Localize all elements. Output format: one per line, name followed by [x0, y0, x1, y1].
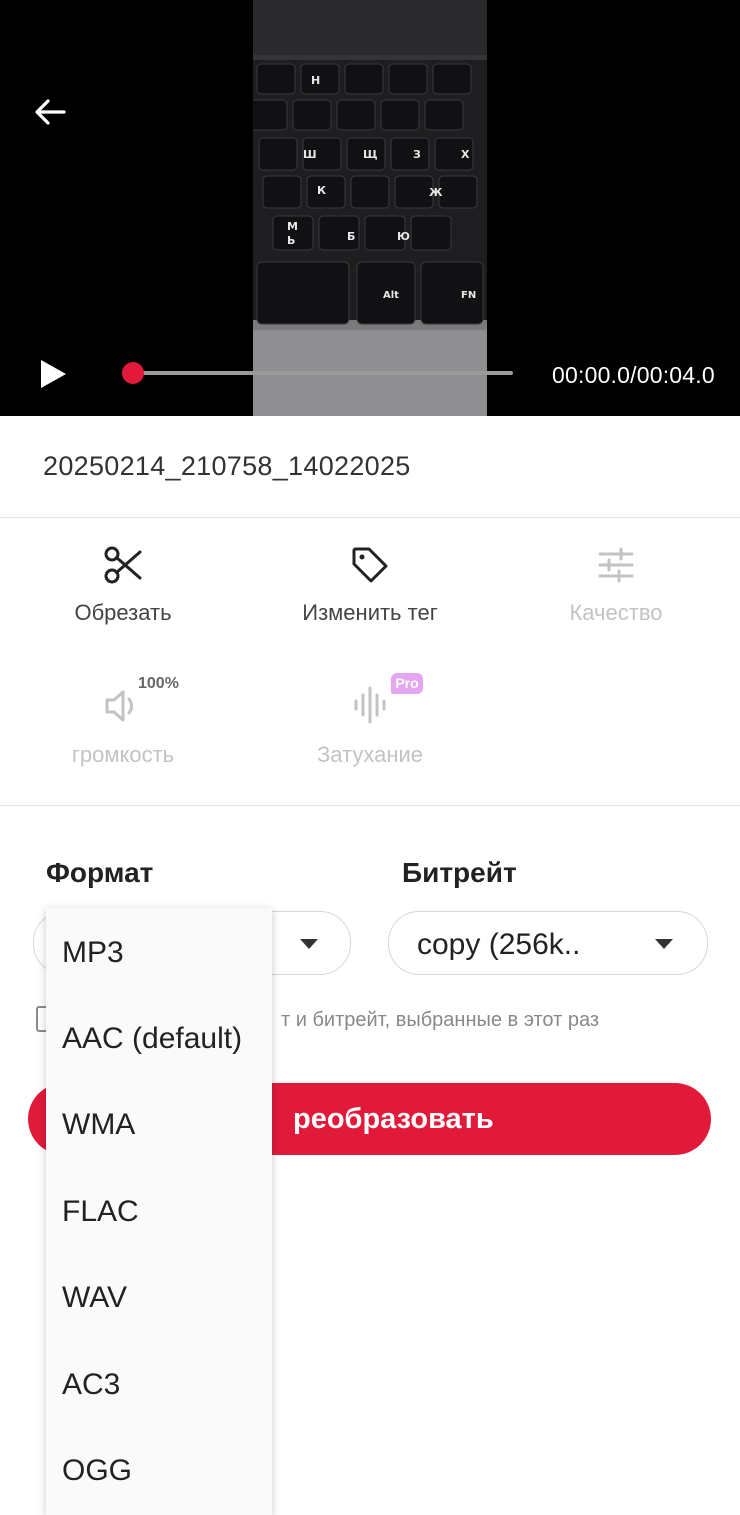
key-label: Х	[461, 148, 470, 161]
back-arrow-icon[interactable]	[30, 92, 70, 132]
format-option[interactable]: FLAC	[62, 1195, 139, 1229]
volume-tool-button[interactable]: громкость	[56, 688, 190, 768]
format-label: Формат	[46, 857, 154, 888]
seek-bar-track[interactable]	[133, 371, 513, 375]
bitrate-label: Битрейт	[402, 857, 517, 888]
waveform-icon	[354, 686, 386, 724]
volume-percent-badge: 100%	[138, 675, 179, 692]
seek-bar-thumb[interactable]	[122, 362, 144, 384]
bitrate-value: copy (256k..	[417, 928, 581, 961]
chevron-down-icon	[300, 939, 318, 949]
tool-label: Изменить тег	[302, 600, 438, 625]
tool-label: Обрезать	[74, 600, 172, 625]
remember-settings-text: т и битрейт, выбранные в этот раз	[281, 1009, 600, 1031]
format-option[interactable]: OGG	[62, 1454, 132, 1488]
scissors-icon	[104, 546, 142, 584]
playback-time: 00:00.0/00:04.0	[552, 362, 715, 388]
pro-badge: Pro	[391, 673, 423, 694]
convert-button-label: реобразовать	[293, 1103, 494, 1135]
key-label: Ж	[429, 186, 443, 199]
format-option[interactable]: AC3	[62, 1368, 120, 1402]
key-label: З	[413, 148, 421, 161]
key-label: М	[287, 220, 298, 233]
file-name: 20250214_210758_14022025	[43, 451, 411, 481]
key-label: FN	[461, 290, 476, 301]
edit-tag-tool-button[interactable]: Изменить тег	[285, 544, 455, 626]
key-label: Ю	[397, 230, 410, 243]
format-option[interactable]: MP3	[62, 936, 124, 970]
key-label: Ь	[287, 234, 295, 247]
key-label: Б	[347, 230, 355, 243]
key-label: Ш	[303, 148, 317, 161]
quality-tool-button[interactable]: Качество	[553, 544, 679, 626]
sliders-icon	[598, 547, 634, 583]
divider	[0, 805, 740, 806]
video-frame: Н Ш Щ З Х К Ж Б Ю М Ь Alt FN	[253, 0, 487, 416]
video-player[interactable]: Н Ш Щ З Х К Ж Б Ю М Ь Alt FN 00:00.0/00:…	[0, 0, 740, 416]
play-icon[interactable]	[36, 356, 70, 392]
tag-icon	[352, 547, 388, 583]
bitrate-select[interactable]: copy (256k..	[388, 911, 708, 975]
format-dropdown-menu: MP3 AAC (default) WMA FLAC WAV AC3 OGG	[46, 908, 272, 1515]
key-label: Alt	[383, 290, 399, 301]
volume-icon	[105, 690, 133, 722]
chevron-down-icon	[655, 939, 673, 949]
key-label: Щ	[363, 148, 378, 161]
key-label: К	[317, 184, 326, 197]
format-option[interactable]: WAV	[62, 1281, 127, 1315]
trim-tool-button[interactable]: Обрезать	[57, 544, 189, 626]
divider	[0, 517, 740, 518]
tool-label: Затухание	[316, 742, 424, 767]
format-option[interactable]: AAC (default)	[62, 1022, 242, 1056]
format-option[interactable]: WMA	[62, 1108, 135, 1142]
key-label: Н	[311, 74, 320, 87]
fade-tool-button[interactable]: Затухание	[305, 686, 435, 768]
tool-label: Качество	[569, 600, 663, 625]
tool-label: громкость	[71, 742, 175, 767]
